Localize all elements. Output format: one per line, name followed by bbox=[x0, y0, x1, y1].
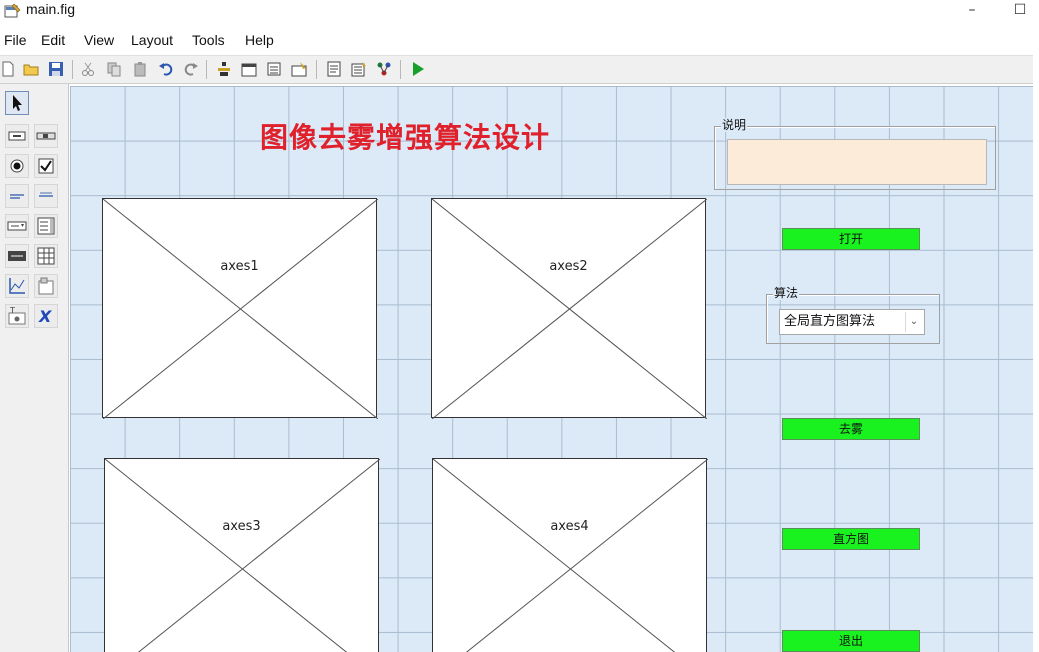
static-text-tool-icon[interactable] bbox=[34, 184, 58, 208]
object-browser-icon[interactable] bbox=[376, 61, 392, 77]
menu-help[interactable]: Help bbox=[245, 32, 274, 48]
radio-button-tool-icon[interactable] bbox=[5, 154, 29, 178]
menu-file[interactable]: File bbox=[4, 32, 27, 48]
matlab-figure-icon bbox=[4, 3, 21, 18]
menu-view[interactable]: View bbox=[84, 32, 114, 48]
axes1[interactable]: axes1 bbox=[102, 198, 378, 419]
axes4-label: axes4 bbox=[550, 519, 589, 534]
toolbar bbox=[0, 55, 1033, 84]
axes1-label: axes1 bbox=[220, 259, 259, 274]
tab-order-icon[interactable] bbox=[266, 61, 282, 77]
axes-placeholder-cross bbox=[105, 459, 380, 652]
toolbar-editor-icon[interactable] bbox=[291, 61, 307, 77]
axes-placeholder-cross bbox=[432, 199, 707, 419]
open-button[interactable]: 打开 bbox=[782, 228, 920, 250]
axes-placeholder-cross bbox=[433, 459, 708, 652]
checkbox-tool-icon[interactable] bbox=[34, 154, 58, 178]
redo-icon[interactable] bbox=[183, 61, 199, 77]
table-tool-icon[interactable] bbox=[34, 244, 58, 268]
axes3[interactable]: axes3 bbox=[104, 458, 380, 652]
new-file-icon[interactable] bbox=[0, 61, 16, 77]
axes2-label: axes2 bbox=[549, 259, 588, 274]
run-icon[interactable] bbox=[410, 61, 426, 77]
algorithm-select-value: 全局直方图算法 bbox=[784, 314, 876, 329]
activex-tool-icon[interactable]: X bbox=[34, 304, 58, 328]
axes3-label: axes3 bbox=[222, 519, 261, 534]
menu-bar: File Edit View Layout Tools Help bbox=[0, 30, 1039, 52]
menu-tools[interactable]: Tools bbox=[192, 32, 225, 48]
open-folder-icon[interactable] bbox=[23, 61, 39, 77]
description-panel-title: 说明 bbox=[721, 118, 748, 132]
histogram-button[interactable]: 直方图 bbox=[782, 528, 920, 550]
window-titlebar: main.fig – ☐ bbox=[0, 0, 1039, 26]
description-textbox[interactable] bbox=[727, 139, 987, 185]
listbox-tool-icon[interactable] bbox=[34, 214, 58, 238]
minimize-button[interactable]: – bbox=[952, 0, 992, 22]
menu-layout[interactable]: Layout bbox=[131, 32, 173, 48]
axes2[interactable]: axes2 bbox=[431, 198, 707, 419]
algorithm-panel-title: 算法 bbox=[773, 286, 800, 300]
svg-text:X: X bbox=[38, 307, 52, 326]
description-panel[interactable]: 说明 bbox=[714, 118, 996, 190]
property-inspector-icon[interactable] bbox=[351, 61, 367, 77]
edit-text-tool-icon[interactable] bbox=[5, 184, 29, 208]
dehaze-button[interactable]: 去雾 bbox=[782, 418, 920, 440]
menu-edit[interactable]: Edit bbox=[41, 32, 65, 48]
select-tool-icon[interactable] bbox=[5, 91, 29, 115]
cut-icon[interactable] bbox=[80, 61, 96, 77]
button-group-tool-icon[interactable]: T bbox=[5, 304, 29, 328]
align-icon[interactable] bbox=[216, 61, 232, 77]
figure-title: 图像去雾增强算法设计 bbox=[260, 121, 551, 154]
editor-icon[interactable] bbox=[326, 61, 342, 77]
figure-canvas[interactable]: 图像去雾增强算法设计 说明 axes1 axes2 axes3 axes4 打开… bbox=[70, 86, 1033, 652]
slider-tool-icon[interactable] bbox=[34, 124, 58, 148]
save-icon[interactable] bbox=[48, 61, 64, 77]
push-button-tool-icon[interactable] bbox=[5, 124, 29, 148]
svg-text:T: T bbox=[9, 306, 15, 315]
popup-menu-tool-icon[interactable] bbox=[5, 214, 29, 238]
undo-icon[interactable] bbox=[158, 61, 174, 77]
menu-editor-icon[interactable] bbox=[241, 61, 257, 77]
component-palette: T X bbox=[0, 84, 69, 652]
algorithm-panel[interactable]: 算法 全局直方图算法 ⌄ bbox=[766, 286, 940, 344]
window-title: main.fig bbox=[26, 1, 76, 17]
panel-tool-icon[interactable] bbox=[34, 274, 58, 298]
maximize-button[interactable]: ☐ bbox=[1000, 0, 1039, 22]
algorithm-select[interactable]: 全局直方图算法 ⌄ bbox=[779, 309, 925, 335]
exit-button[interactable]: 退出 bbox=[782, 630, 920, 652]
copy-icon[interactable] bbox=[106, 61, 122, 77]
axes-tool-icon[interactable] bbox=[5, 274, 29, 298]
axes4[interactable]: axes4 bbox=[432, 458, 708, 652]
chevron-down-icon[interactable]: ⌄ bbox=[905, 312, 922, 332]
axes-placeholder-cross bbox=[103, 199, 378, 419]
toggle-button-tool-icon[interactable] bbox=[5, 244, 29, 268]
paste-icon[interactable] bbox=[132, 61, 148, 77]
